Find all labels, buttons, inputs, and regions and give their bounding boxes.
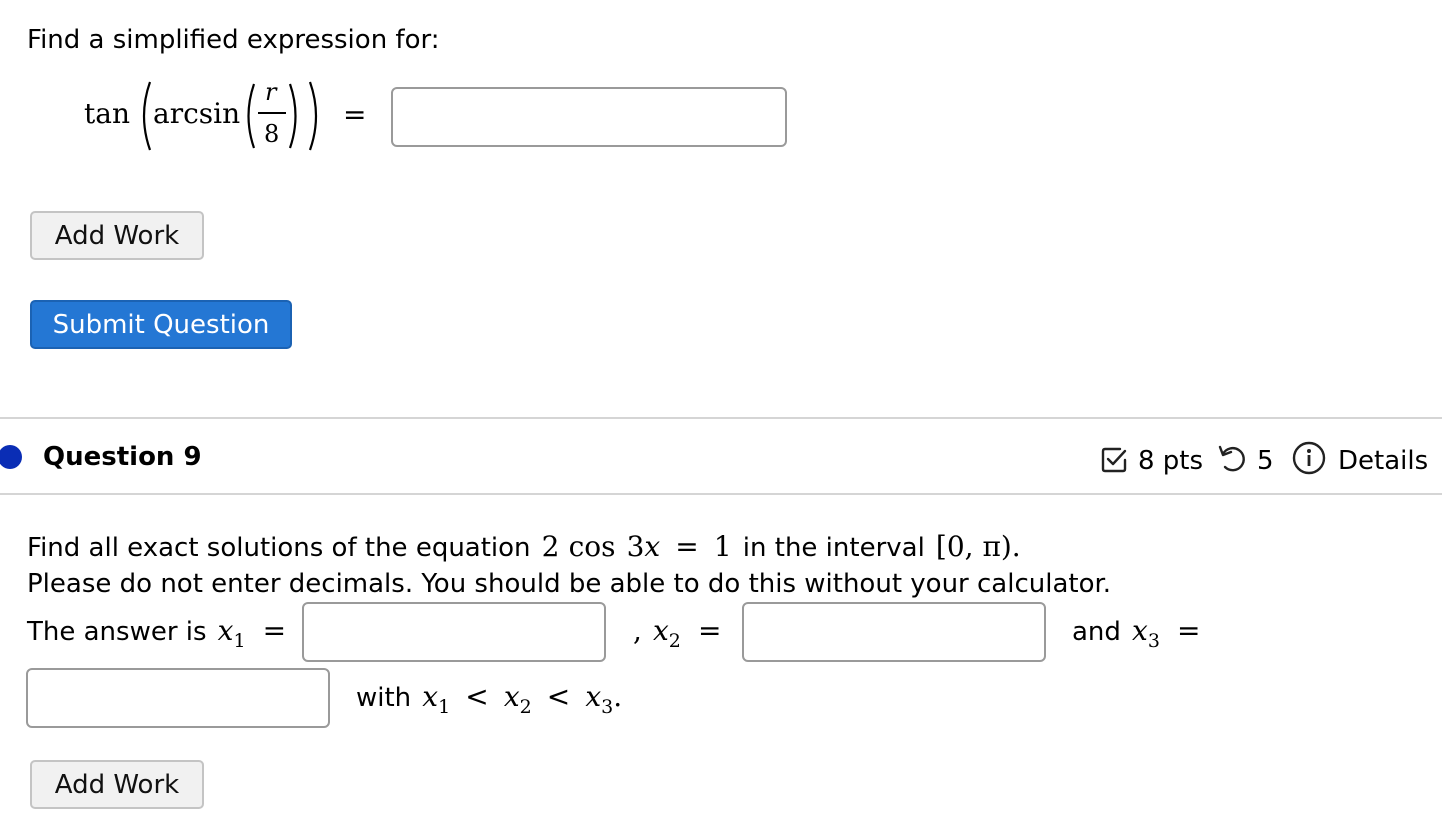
outer-paren-right (308, 81, 318, 151)
x2-answer-input[interactable] (742, 602, 1046, 662)
points-label: 8 pts (1138, 446, 1204, 476)
cond-x2-sub: 2 (519, 696, 532, 718)
cond-x3-var: x (585, 680, 602, 713)
cond-x2-var: x (503, 680, 520, 713)
x3-sub: 3 (1147, 630, 1160, 652)
x1-equals: = (262, 614, 287, 647)
add-work-button-q9[interactable]: Add Work (30, 760, 204, 809)
details-link[interactable]: Details (1338, 448, 1428, 474)
x3-var: x (1132, 614, 1148, 647)
inner-paren-right (288, 83, 297, 149)
attempts-count: 5 (1257, 446, 1274, 476)
equation-arg-num: 3 (626, 530, 645, 563)
question8-expression: tan arcsin r 8 (84, 76, 384, 156)
and-text: and (1072, 617, 1121, 647)
line1-text-mid: in the interval (742, 533, 925, 563)
question8-prompt: Find a simplified expression for: (27, 25, 440, 55)
interval-value: [0, π). (935, 530, 1021, 563)
retry-icon (1218, 445, 1245, 472)
question8-answer-input[interactable] (391, 87, 787, 147)
checkbox-icon (1101, 447, 1127, 473)
submit-question-button[interactable]: Submit Question (30, 300, 292, 349)
fraction-denominator: 8 (264, 120, 280, 148)
x2-comma: , (633, 614, 642, 647)
equation-rhs: 1 (713, 530, 732, 563)
answer-text-before: The answer is (27, 617, 207, 647)
divider-bottom (0, 493, 1442, 495)
inner-paren-left (247, 83, 256, 149)
question-status-dot (0, 445, 22, 469)
info-icon[interactable] (1292, 441, 1326, 475)
cond-x1-sub: 1 (438, 696, 451, 718)
line1-text-before: Find all exact solutions of the equation (27, 533, 531, 563)
equation-arg-var: x (644, 530, 661, 563)
x2-sub: 2 (668, 630, 681, 652)
equals-sign: = (343, 98, 367, 131)
divider-top (0, 417, 1442, 419)
outer-paren-left (142, 81, 152, 151)
ordering-condition: with x1 < x2 < x3. (356, 680, 623, 717)
add-work-button[interactable]: Add Work (30, 211, 204, 260)
x1-answer-input[interactable] (302, 602, 606, 662)
x1-sub: 1 (233, 630, 246, 652)
cond-x3-sub: 3 (601, 696, 614, 718)
cond-lt-1: < (465, 680, 489, 713)
cond-period: . (613, 680, 623, 713)
cond-lt-2: < (546, 680, 571, 713)
equation-coefficient: 2 (541, 530, 560, 563)
answer-line-start: The answer is x1 = (27, 614, 287, 651)
equation-equals: = (675, 530, 699, 563)
answer-line-x3: and x3 = (1072, 614, 1201, 651)
question9-line1: Find all exact solutions of the equation… (27, 530, 1021, 563)
x2-equals: = (697, 614, 722, 647)
tan-function: tan (84, 97, 130, 130)
fraction-numerator: r (265, 78, 277, 106)
arcsin-function: arcsin (153, 97, 241, 130)
x1-var: x (217, 614, 234, 647)
x3-equals: = (1177, 614, 1201, 647)
question9-line2: Please do not enter decimals. You should… (27, 569, 1112, 599)
fraction-bar (258, 112, 286, 114)
answer-line-x2: , x2 = (633, 614, 722, 651)
with-text: with (356, 683, 412, 713)
question9-title: Question 9 (43, 442, 202, 472)
x3-answer-input[interactable] (26, 668, 330, 728)
equation-cos: cos (568, 530, 616, 563)
cond-x1-var: x (422, 680, 439, 713)
x2-var: x (653, 614, 669, 647)
